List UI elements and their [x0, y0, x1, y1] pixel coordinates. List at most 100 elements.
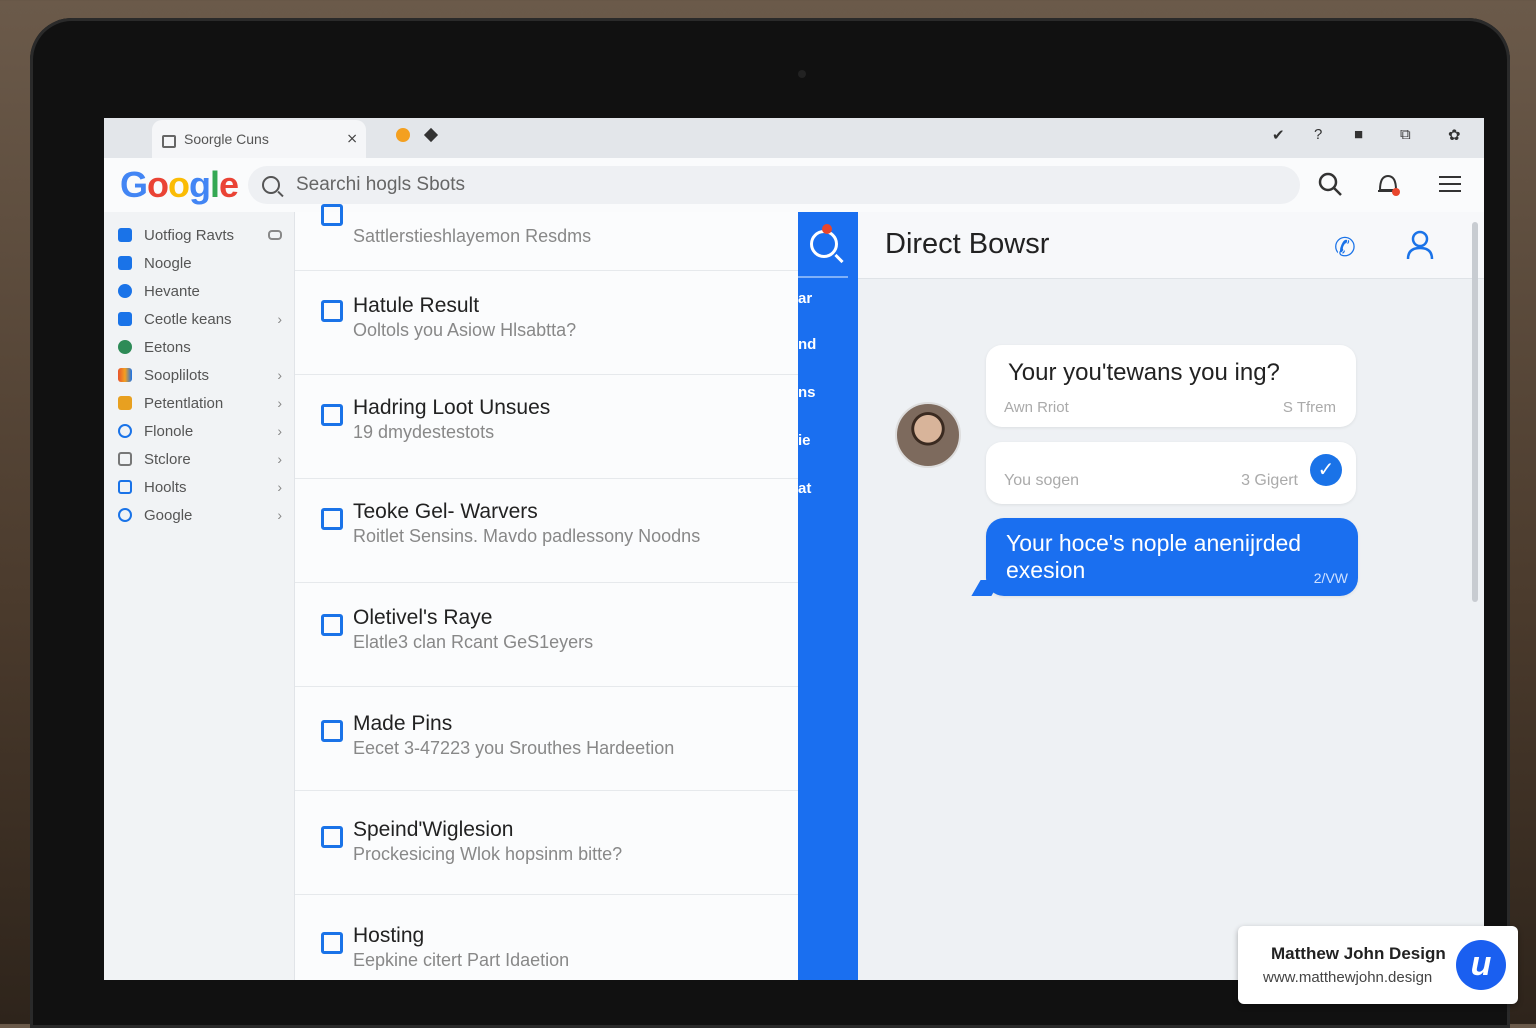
phone-icon[interactable]: ✆ [1334, 232, 1356, 263]
laptop-bezel: Soorgle Cuns ⨯ ✔ ? ■ ⧉ ✿ Google Searchi … [30, 18, 1510, 1028]
sidebar-item-label: Uotfiog Ravts [144, 226, 235, 244]
grid-icon [118, 256, 132, 270]
divider [798, 276, 848, 278]
check-icon[interactable]: ✔ [1272, 126, 1285, 144]
sidebar-item-ceotle-keans[interactable]: Ceotle keans › [118, 306, 288, 332]
card-icon [118, 312, 132, 326]
clock-icon [118, 424, 132, 438]
share-icon [118, 284, 132, 298]
check-icon: ✓ [1310, 454, 1342, 486]
result-item[interactable]: Hatule Result Ooltols you Asiow Hlsabtta… [295, 270, 799, 375]
toggle-icon[interactable] [268, 230, 282, 240]
result-title: Hadring Loot Unsues [353, 396, 551, 419]
chevron-right-icon: › [277, 367, 282, 383]
circle-icon [118, 508, 132, 522]
search-icon[interactable] [810, 230, 838, 258]
window-icon[interactable]: ⧉ [1400, 126, 1411, 143]
avatar[interactable] [895, 402, 961, 468]
notifications-bell-icon[interactable] [1374, 170, 1402, 198]
result-title: Made Pins [353, 712, 453, 735]
help-icon[interactable]: ? [1314, 126, 1322, 143]
sidebar-item-label: Flonole [144, 422, 194, 440]
sidebar-item-label: Hoolts [144, 478, 187, 496]
result-checkbox-icon[interactable] [321, 720, 343, 742]
notification-dot [822, 224, 832, 234]
result-checkbox-icon[interactable] [321, 826, 343, 848]
sidebar-item-eetons[interactable]: Eetons [118, 334, 288, 360]
sidebar-item-noogle[interactable]: Noogle [118, 250, 288, 276]
diamond-icon[interactable] [423, 127, 439, 143]
result-item[interactable]: Made Pins Eecet 3-47223 you Srouthes Har… [295, 686, 799, 791]
result-item[interactable]: Sattlerstieshlayemon Resdms [295, 166, 799, 271]
sidebar-item-flonole[interactable]: Flonole › [118, 418, 288, 444]
message-bubble-incoming[interactable]: Your you'tewans you ing? Awn Rriot S Tfr… [986, 345, 1356, 427]
message-bubble-outgoing[interactable]: Your hoce's nople anenijrded exesion 2/V… [986, 518, 1358, 596]
sidebar-item-hevante[interactable]: Hevante [118, 278, 288, 304]
message-timestamp: S Tfrem [1282, 399, 1336, 416]
chevron-right-icon: › [277, 507, 282, 523]
result-checkbox-icon[interactable] [321, 614, 343, 636]
strip-text: nd [798, 336, 817, 353]
settings-gear-icon[interactable]: ✿ [1448, 126, 1461, 144]
result-subtitle: Eecet 3-47223 you Srouthes Hardeetion [353, 738, 675, 758]
badge-icon [118, 340, 132, 354]
result-subtitle: Prockesicing Wlok hopsinm bitte? [353, 844, 623, 864]
result-subtitle: Eepkine citert Part Idaetion [353, 950, 570, 970]
message-timestamp: 3 Gigert [1241, 472, 1298, 489]
result-item[interactable]: Oletivel's Raye Elatle3 clan Rcant GeS1e… [295, 582, 799, 687]
sidebar-item-google[interactable]: Google › [118, 502, 288, 528]
bag-icon [118, 396, 132, 410]
result-subtitle: Ooltols you Asiow Hlsabtta? [353, 320, 577, 340]
result-checkbox-icon[interactable] [321, 404, 343, 426]
result-item[interactable]: Hadring Loot Unsues 19 dmydestestots [295, 374, 799, 479]
chevron-right-icon: › [277, 311, 282, 327]
sidebar-item-stclore[interactable]: Stclore › [118, 446, 288, 472]
brand-logo-icon: u [1456, 940, 1506, 990]
chat-header: Direct Bowsr ✆ [858, 212, 1484, 279]
message-bubble-status[interactable]: You sogen 3 Gigert ✓ [986, 442, 1356, 504]
sidebar-item-label: Eetons [144, 338, 191, 356]
menu-icon[interactable] [1436, 170, 1464, 198]
extension-icon[interactable] [396, 128, 410, 142]
chevron-right-icon: › [277, 423, 282, 439]
chat-title: Direct Bowsr [885, 228, 1050, 260]
message-meta: You sogen [1004, 472, 1080, 489]
sidebar-item-label: Petentlation [144, 394, 224, 412]
close-tab-icon[interactable]: ⨯ [346, 130, 358, 147]
screen: Soorgle Cuns ⨯ ✔ ? ■ ⧉ ✿ Google Searchi … [104, 118, 1484, 980]
result-checkbox-icon[interactable] [321, 204, 343, 226]
scrollbar[interactable] [1472, 222, 1478, 602]
overlapping-panel-strip: ar nd ns ie at [798, 212, 858, 980]
sidebar-item-label: Ceotle keans [144, 310, 232, 328]
sidebar-item-label: Sooplilots [144, 366, 210, 384]
user-profile-icon[interactable] [1406, 230, 1434, 260]
window-icon [118, 480, 132, 494]
chevron-right-icon: › [277, 451, 282, 467]
sidebar-item-petentlation[interactable]: Petentlation › [118, 390, 288, 416]
result-item[interactable]: Speind'Wiglesion Prockesicing Wlok hopsi… [295, 790, 799, 895]
result-checkbox-icon[interactable] [321, 508, 343, 530]
lock-icon [162, 134, 176, 148]
stop-icon[interactable]: ■ [1354, 126, 1363, 143]
result-subtitle: Elatle3 clan Rcant GeS1eyers [353, 632, 594, 652]
sidebar-item-hoolts[interactable]: Hoolts › [118, 474, 288, 500]
watermark-badge: Matthew John Design www.matthewjohn.desi… [1238, 926, 1518, 1004]
result-subtitle: Roitlet Sensins. Mavdo padlessony Noodns [353, 526, 701, 546]
watermark-url: www.matthewjohn.design [1263, 969, 1433, 986]
result-checkbox-icon[interactable] [321, 300, 343, 322]
sidebar-item-label: Stclore [144, 450, 191, 468]
google-logo[interactable]: Google [120, 164, 239, 206]
sidebar-item-uotfiog-ravts[interactable]: Uotfiog Ravts [118, 222, 288, 248]
browser-tab[interactable]: Soorgle Cuns ⨯ [152, 120, 366, 158]
sidebar-item-sooplilots[interactable]: Sooplilots › [118, 362, 288, 388]
result-item[interactable]: Hosting Eepkine citert Part Idaetion [295, 894, 799, 980]
result-subtitle: Sattlerstieshlayemon Resdms [353, 226, 592, 246]
result-checkbox-icon[interactable] [321, 932, 343, 954]
message-text: Your hoce's nople anenijrded exesion [1006, 530, 1302, 583]
sidebar-item-label: Hevante [144, 282, 200, 300]
message-text: Your you'tewans you ing? [1008, 359, 1280, 386]
tab-title: Soorgle Cuns [184, 131, 269, 147]
search-icon[interactable] [1316, 170, 1344, 198]
webcam [798, 70, 806, 78]
result-item[interactable]: Teoke Gel- Warvers Roitlet Sensins. Mavd… [295, 478, 799, 583]
